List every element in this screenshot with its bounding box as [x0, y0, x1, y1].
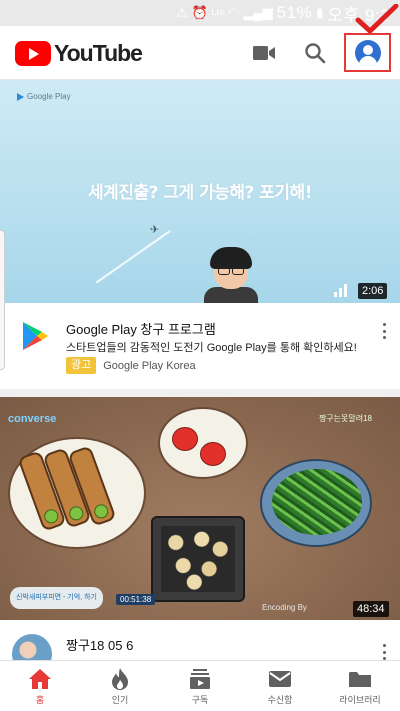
nav-subscriptions[interactable]: 구독 [160, 661, 240, 711]
status-bar: ⚠ ⏰ ᴸᵗᵉ ◠ ▂▄▆ 51% ▮ 오후 9:2 [0, 0, 400, 26]
video-thumbnail[interactable]: converse 짱구는못말려18 신박새피부피면 - 기억, 하기 00:51… [0, 397, 400, 620]
thumbnail-channel-tag: 짱구는못말려18 [318, 414, 372, 423]
checkmark-annotation-icon [355, 4, 399, 34]
tomato [200, 442, 226, 466]
video-duration: 48:34 [353, 601, 389, 617]
nav-library[interactable]: 라이브러리 [320, 661, 400, 711]
google-play-mini-icon [17, 92, 24, 101]
presenter-figure [204, 247, 258, 303]
battery-icon: ▮ [316, 5, 324, 20]
alarm-icon: ⏰ [191, 5, 208, 20]
airplane-icon: ✈ [150, 224, 160, 236]
search-button[interactable] [299, 37, 331, 69]
camera-icon [253, 46, 275, 60]
bowl-greens [260, 459, 372, 547]
nav-label: 구독 [191, 695, 209, 705]
video-duration: 2:06 [358, 283, 388, 299]
google-play-logo-icon [23, 322, 48, 350]
subscriptions-icon [190, 669, 210, 689]
alert-icon: ⚠ [176, 5, 188, 20]
ad-title[interactable]: Google Play 창구 프로그램 [66, 319, 216, 338]
tray-beans [151, 516, 245, 602]
ad-details[interactable]: Google Play 창구 프로그램 스타트업들의 감동적인 도전기 Goog… [0, 303, 400, 389]
ad-video-thumbnail[interactable]: Google Play 세계진출? 그게 가능해? 포기해! ✈ 2:06 [0, 80, 400, 303]
contrail [95, 230, 171, 284]
wifi-icon: ◠ [228, 5, 240, 20]
section-divider [0, 389, 400, 397]
plate-tomatoes [158, 407, 248, 479]
ad-badge: 광고 [66, 357, 97, 374]
nav-home[interactable]: 홈 [0, 661, 80, 711]
ad-info-row: 광고 Google Play Korea [66, 357, 196, 374]
youtube-logo[interactable]: YouTube [15, 40, 143, 67]
youtube-play-icon [15, 41, 51, 66]
thumbnail-caption: 신박새피부피면 - 기억, 하기 [10, 587, 103, 609]
channel-avatar[interactable] [12, 634, 52, 660]
ad-bars-icon [334, 284, 347, 297]
bottom-navigation: 홈 인기 구독 수신함 라이브러리 [0, 660, 400, 711]
thumbnail-brand-text: Google Play [27, 92, 71, 101]
thumbnail-brand: Google Play [17, 92, 71, 101]
app-header: YouTube [0, 26, 400, 80]
upload-camera-button[interactable] [248, 37, 280, 69]
nav-inbox[interactable]: 수신함 [240, 661, 320, 711]
nav-label: 인기 [111, 695, 129, 705]
inbox-icon [269, 671, 291, 687]
ad-thumbnail-headline: 세계진출? 그게 가능해? 포기해! [88, 183, 312, 203]
library-icon [349, 672, 371, 687]
nav-label: 수신함 [267, 695, 293, 705]
thumbnail-logo: converse [8, 413, 57, 425]
battery-percent: 51% [276, 3, 313, 22]
logo-text: YouTube [54, 40, 143, 66]
account-icon [354, 39, 381, 66]
home-feed[interactable]: Google Play 세계진출? 그게 가능해? 포기해! ✈ 2:06 Go… [0, 80, 400, 660]
advertiser-name: Google Play Korea [103, 359, 196, 372]
thumbnail-timer: 00:51:38 [116, 594, 156, 605]
volte-icon: ᴸᵗᵉ [211, 5, 225, 21]
nav-label: 라이브러리 [339, 695, 381, 705]
account-button[interactable] [344, 33, 391, 72]
home-icon [29, 669, 51, 689]
nav-label: 홈 [35, 695, 45, 705]
tomato [172, 427, 198, 451]
video-details[interactable]: 짱구18 05 6 [0, 620, 400, 660]
video-title[interactable]: 짱구18 05 6 [66, 635, 133, 654]
search-icon [305, 43, 326, 64]
more-options-icon[interactable] [378, 642, 390, 660]
trending-icon [112, 668, 128, 690]
signal-icon: ▂▄▆ [243, 5, 273, 20]
thumbnail-watermark: Encoding By [262, 603, 307, 612]
edge-panel-handle[interactable] [0, 230, 5, 370]
ad-description: 스타트업들의 감동적인 도전기 Google Play를 통해 확인하세요! [66, 342, 357, 354]
nav-trending[interactable]: 인기 [80, 661, 160, 711]
more-options-icon[interactable] [378, 321, 390, 341]
